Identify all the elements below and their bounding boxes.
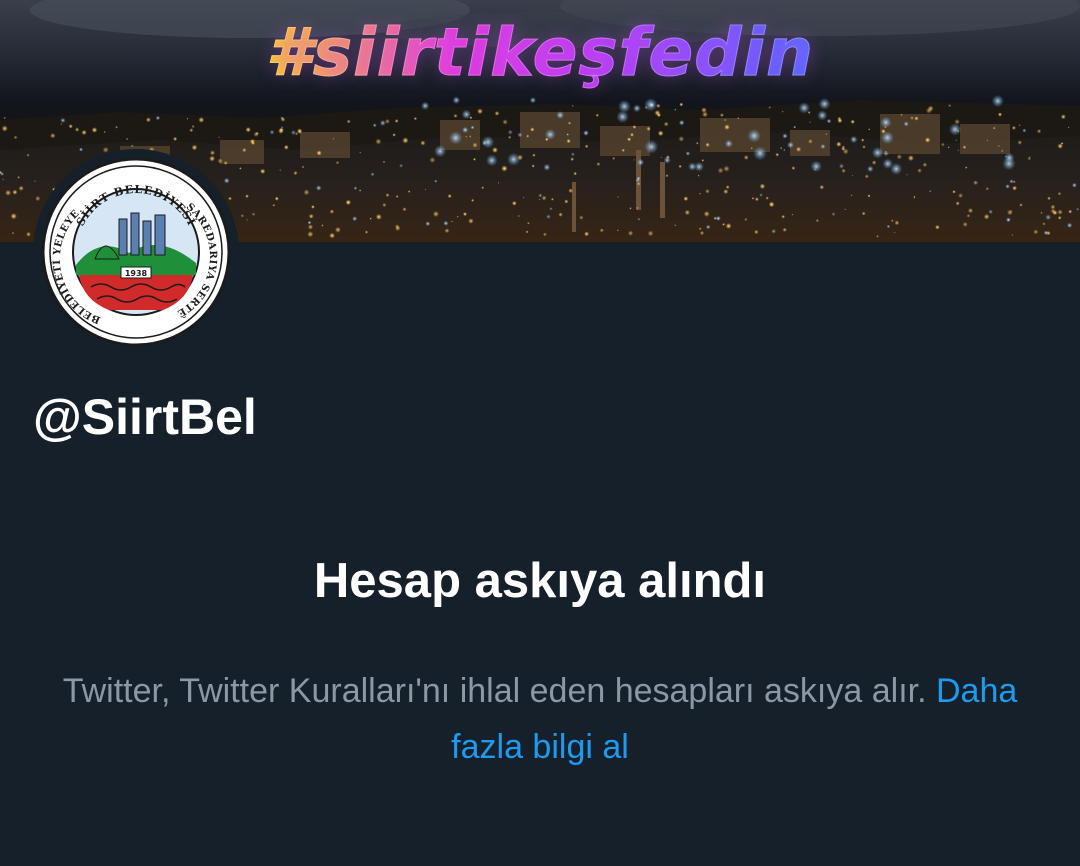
profile-handle: @SiirtBel — [33, 389, 257, 445]
profile-page: #siirtikeşfedin 1938 SİİRT BELEDİYESİ SA… — [0, 0, 1080, 866]
suspension-description-text: Twitter, Twitter Kuralları'nı ihlal eden… — [62, 672, 927, 710]
seal-year: 1938 — [125, 269, 148, 278]
suspension-description: Twitter, Twitter Kuralları'nı ihlal eden… — [60, 663, 1020, 775]
avatar[interactable]: 1938 SİİRT BELEDİYESİ SAREDARIYA SERTÊ B… — [33, 149, 239, 355]
banner-hashtag: #siirtikeşfedin — [0, 14, 1080, 92]
suspension-title: Hesap askıya alındı — [313, 554, 767, 608]
municipality-seal-icon: 1938 SİİRT BELEDİYESİ SAREDARIYA SERTÊ B… — [41, 157, 231, 347]
